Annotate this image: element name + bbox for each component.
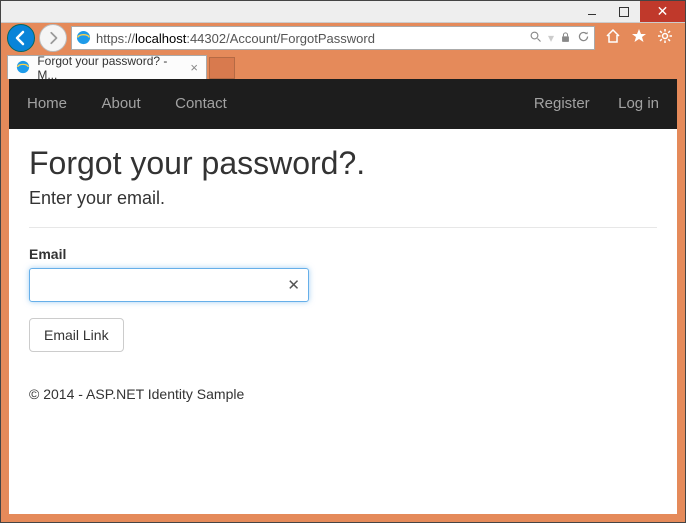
email-link-button[interactable]: Email Link	[29, 318, 124, 352]
site-navbar: Home About Contact Register Log in	[9, 79, 677, 129]
lock-icon	[560, 31, 571, 46]
nav-register[interactable]: Register	[534, 95, 590, 112]
divider	[29, 227, 657, 228]
nav-home[interactable]: Home	[27, 95, 67, 112]
page-viewport: Home About Contact Register Log in Forgo…	[9, 79, 677, 514]
browser-toolbar: https://localhost:44302/Account/ForgotPa…	[1, 23, 685, 53]
titlebar: ✕	[1, 1, 685, 23]
tab-close-icon[interactable]: ×	[190, 60, 198, 75]
favorites-icon[interactable]	[631, 28, 647, 49]
browser-chrome-icons	[599, 28, 679, 49]
address-bar[interactable]: https://localhost:44302/Account/ForgotPa…	[71, 26, 595, 50]
new-tab-button[interactable]	[209, 57, 235, 79]
email-label: Email	[29, 246, 657, 262]
ie-icon	[76, 30, 92, 46]
navbar-right: Register Log in	[510, 95, 659, 113]
arrow-right-icon	[46, 31, 60, 45]
address-bar-icons: ▾	[530, 30, 590, 46]
window-maximize-button[interactable]	[608, 1, 640, 22]
page-heading: Forgot your password?.	[29, 145, 657, 182]
email-field[interactable]	[38, 269, 287, 301]
nav-about[interactable]: About	[101, 95, 140, 112]
forward-button[interactable]	[39, 24, 67, 52]
search-icon[interactable]	[530, 31, 542, 46]
url-path: :44302/Account/ForgotPassword	[186, 31, 375, 46]
input-clear-icon[interactable]: ✕	[287, 276, 300, 294]
browser-tab[interactable]: Forgot your password? - M... ×	[7, 55, 207, 79]
email-field-wrap: ✕	[29, 268, 309, 302]
page-footer: © 2014 - ASP.NET Identity Sample	[29, 386, 657, 402]
tab-title: Forgot your password? - M...	[37, 54, 184, 82]
navbar-left: Home About Contact	[27, 95, 257, 113]
ie-icon	[16, 60, 31, 76]
nav-login[interactable]: Log in	[618, 95, 659, 112]
page-content: Forgot your password?. Enter your email.…	[9, 129, 677, 418]
back-button[interactable]	[7, 24, 35, 52]
arrow-left-icon	[13, 30, 29, 46]
url-text: https://localhost:44302/Account/ForgotPa…	[96, 31, 526, 46]
tab-strip: Forgot your password? - M... ×	[1, 53, 685, 79]
page-subheading: Enter your email.	[29, 188, 657, 209]
url-scheme: https://	[96, 31, 135, 46]
browser-window: ✕ https://localhost:44302/Account/Forgot…	[0, 0, 686, 523]
window-minimize-button[interactable]	[576, 1, 608, 22]
separator: ▾	[548, 31, 554, 45]
home-icon[interactable]	[605, 28, 621, 49]
refresh-icon[interactable]	[577, 30, 590, 46]
nav-contact[interactable]: Contact	[175, 95, 227, 112]
settings-icon[interactable]	[657, 28, 673, 49]
url-host: localhost	[135, 31, 186, 46]
window-close-button[interactable]: ✕	[640, 1, 685, 22]
